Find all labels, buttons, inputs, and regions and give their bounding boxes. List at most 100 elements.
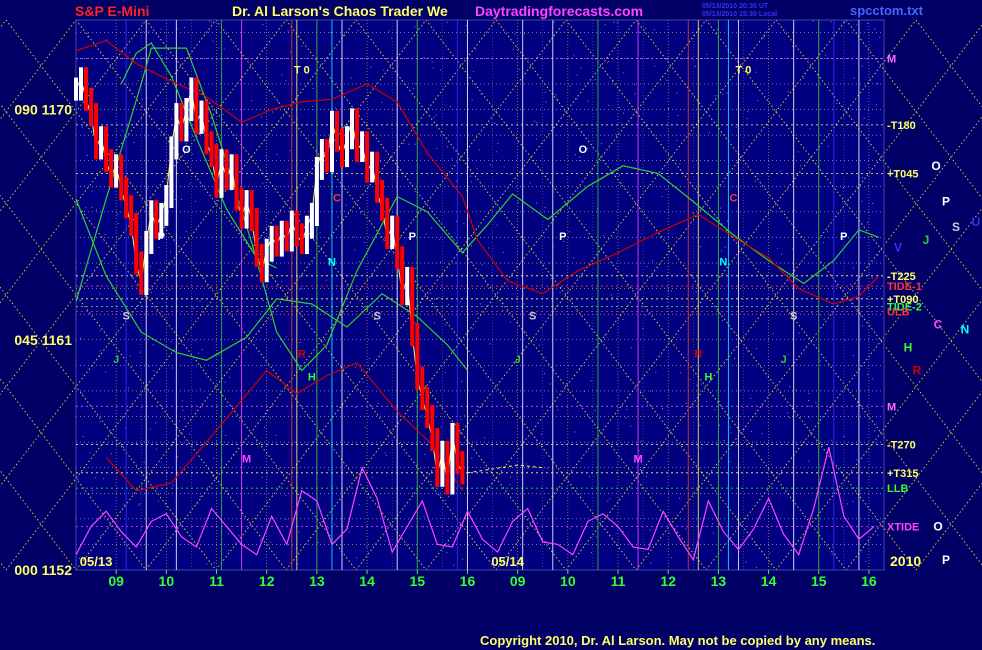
background-dot — [402, 315, 404, 317]
price-bar — [209, 131, 214, 168]
price-bar — [194, 77, 199, 134]
background-dot — [679, 497, 681, 499]
background-dot — [81, 126, 83, 128]
background-dot — [214, 443, 216, 445]
price-bar — [420, 366, 425, 411]
background-dot — [544, 207, 546, 208]
background-dot — [745, 561, 747, 563]
x-tick-label: 14 — [761, 573, 777, 589]
background-dot — [91, 207, 93, 208]
background-dot — [212, 40, 214, 42]
background-dot — [259, 539, 261, 541]
background-dot — [714, 95, 716, 97]
background-dot — [721, 250, 723, 252]
background-dot — [156, 448, 158, 450]
background-dot — [153, 370, 155, 372]
background-dot — [655, 371, 657, 373]
planet-label: C — [934, 317, 943, 331]
event-label: R — [298, 349, 306, 361]
background-dot — [639, 469, 641, 471]
background-dot — [514, 33, 516, 35]
background-dot — [269, 417, 271, 419]
level-label: +T045 — [887, 168, 919, 180]
background-dot — [99, 350, 101, 352]
background-dot — [129, 88, 131, 90]
background-dot — [451, 158, 453, 160]
price-bar — [410, 266, 415, 347]
background-dot — [606, 299, 608, 301]
background-dot — [157, 500, 159, 502]
background-dot — [364, 427, 366, 428]
background-dot — [587, 100, 589, 102]
background-dot — [668, 108, 670, 110]
x-tick-label: 09 — [108, 573, 124, 589]
price-bar — [460, 451, 465, 485]
background-dot — [187, 162, 189, 164]
background-dot — [470, 245, 472, 247]
background-dot — [630, 425, 632, 427]
background-dot — [161, 54, 163, 56]
background-dot — [856, 24, 858, 26]
background-dot — [262, 24, 264, 25]
background-dot — [163, 133, 165, 134]
background-dot — [104, 233, 106, 235]
event-label: J — [113, 354, 119, 366]
background-dot — [519, 68, 521, 70]
planet-label: O — [931, 159, 940, 173]
background-dot — [281, 74, 283, 76]
background-dot — [299, 307, 301, 309]
background-dot — [138, 504, 140, 506]
site-link[interactable]: Daytradingforecasts.com — [475, 3, 643, 19]
background-dot — [541, 433, 542, 435]
price-bar — [244, 190, 249, 229]
price-bar — [144, 231, 149, 295]
background-dot — [476, 168, 478, 170]
background-dot — [831, 546, 833, 548]
background-dot — [412, 419, 414, 421]
background-dot — [201, 349, 203, 350]
background-dot — [272, 307, 274, 309]
background-dot — [756, 347, 757, 349]
background-dot — [654, 65, 656, 67]
background-dot — [199, 300, 201, 302]
symbol-title: S&P E-Mini — [75, 3, 149, 19]
background-dot — [301, 288, 303, 290]
background-dot — [299, 342, 301, 343]
price-bar — [109, 149, 114, 188]
background-dot — [750, 397, 752, 399]
background-dot — [559, 292, 561, 293]
background-dot — [473, 71, 474, 73]
background-dot — [129, 355, 131, 357]
background-dot — [415, 268, 417, 270]
background-dot — [319, 232, 321, 234]
background-dot — [622, 319, 624, 320]
price-bar — [189, 77, 194, 122]
background-dot — [798, 332, 800, 334]
background-dot — [158, 246, 160, 248]
background-dot — [699, 246, 701, 247]
background-dot — [229, 376, 231, 378]
background-dot — [874, 430, 875, 432]
background-dot — [502, 251, 504, 253]
x-tick-label: 13 — [309, 573, 325, 589]
background-dot — [723, 439, 725, 441]
background-dot — [536, 138, 538, 140]
background-dot — [414, 191, 416, 193]
planet-label: P — [942, 553, 950, 567]
background-dot — [472, 233, 474, 235]
level-label: +T315 — [887, 468, 919, 480]
background-dot — [177, 456, 179, 458]
background-dot — [471, 457, 473, 459]
background-dot — [344, 125, 346, 127]
background-dot — [847, 198, 849, 200]
background-dot — [809, 128, 811, 130]
price-bar — [335, 110, 339, 152]
background-dot — [383, 69, 385, 71]
x-tick-label: 10 — [159, 573, 175, 589]
background-dot — [536, 522, 538, 524]
price-bar — [380, 179, 385, 221]
event-label: S — [123, 310, 130, 322]
background-dot — [182, 409, 184, 411]
background-dot — [576, 98, 578, 100]
background-dot — [861, 177, 863, 179]
